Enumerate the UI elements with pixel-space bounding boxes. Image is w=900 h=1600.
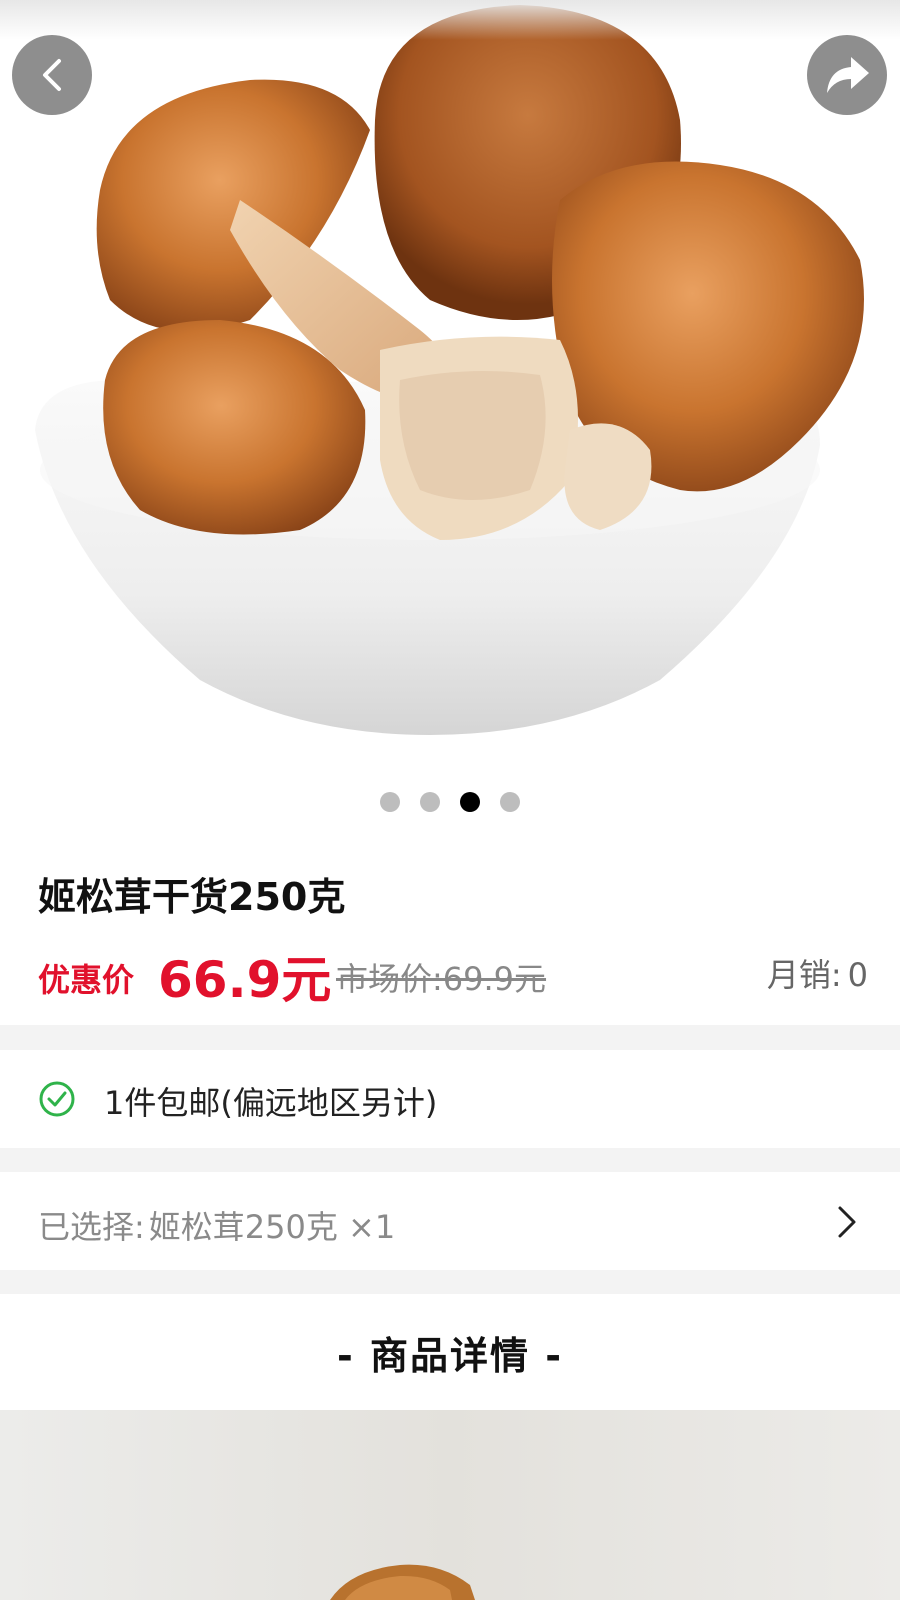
discount-price-label: 优惠价 [38,961,135,999]
chevron-left-icon [43,59,61,91]
price-row: 优惠价 66.9元 市场价:69.9元 月销: 0 [38,940,868,1009]
details-section-header: - 商品详情 - [0,1294,900,1410]
discount-price-value: 66.9元 [158,951,332,1009]
monthly-sales-label: 月销: [766,956,842,994]
carousel-dot-active[interactable] [460,792,480,812]
carousel-dot[interactable] [500,792,520,812]
back-button[interactable] [12,35,92,115]
monthly-sales: 月销: 0 [767,950,868,996]
top-fade [0,0,900,40]
product-info: 姬松茸干货250克 优惠价 66.9元 市场价:69.9元 月销: 0 [0,840,900,1025]
check-circle-icon [39,1081,75,1117]
carousel-dot[interactable] [380,792,400,812]
monthly-sales-value: 0 [847,956,868,994]
share-button[interactable] [807,35,887,115]
chevron-right-icon[interactable] [828,1202,868,1242]
selected-spec-value: 姬松茸250克 ×1 [148,1208,396,1246]
carousel-dot[interactable] [420,792,440,812]
selected-spec: 已选择: 姬松茸250克 ×1 [38,1202,395,1248]
share-arrow-icon [827,57,869,93]
spec-selector-row[interactable]: 已选择: 姬松茸250克 ×1 [0,1172,900,1270]
product-photo [0,0,900,760]
product-image-carousel[interactable] [0,0,900,840]
selected-spec-label: 已选择: [38,1208,145,1246]
shipping-row: 1件包邮(偏远地区另计) [0,1050,900,1148]
carousel-indicator [0,792,900,812]
detail-photo [0,1410,900,1600]
detail-image [0,1410,900,1600]
market-price: 市场价:69.9元 [336,960,547,998]
product-title: 姬松茸干货250克 [38,875,346,919]
product-detail-page: 姬松茸干货250克 优惠价 66.9元 市场价:69.9元 月销: 0 1件包邮(… [0,0,900,1600]
shipping-text: 1件包邮(偏远地区另计) [104,1084,438,1122]
details-title: - 商品详情 - [336,1333,563,1378]
